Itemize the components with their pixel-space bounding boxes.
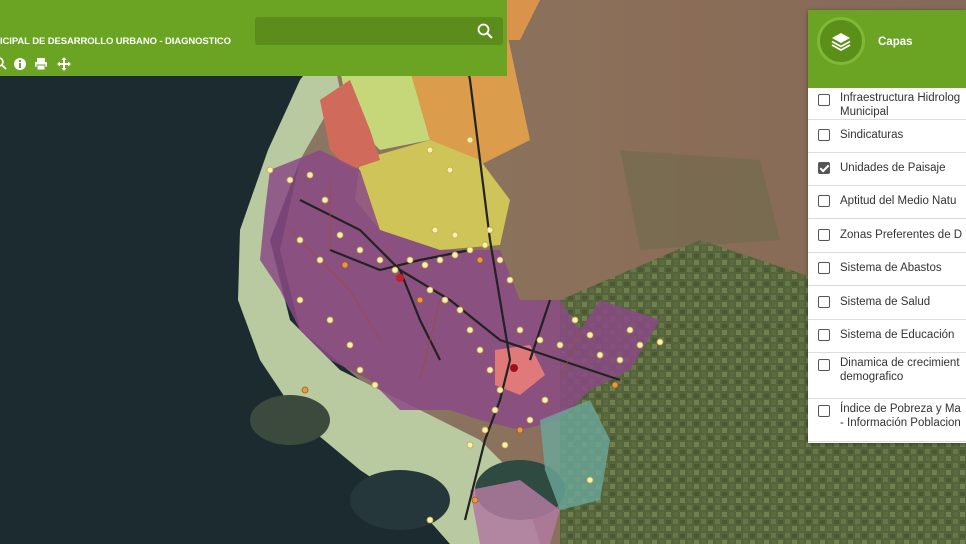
layer-checkbox[interactable] <box>818 129 830 141</box>
layers-icon <box>831 33 851 51</box>
layer-item[interactable]: Aptitud del Medio Natu <box>808 186 966 219</box>
lagoon-bay <box>350 470 450 530</box>
layer-label-line2: Municipal <box>840 106 889 118</box>
layer-checkbox[interactable] <box>818 262 830 274</box>
layer-checkbox[interactable] <box>818 195 830 207</box>
search-box[interactable] <box>255 17 503 45</box>
poi-red-marker-center <box>510 364 518 372</box>
layer-item[interactable]: Sindicaturas <box>808 120 966 153</box>
print-icon[interactable] <box>34 57 48 71</box>
layer-label: Sindicaturas <box>840 129 904 141</box>
layers-panel-header: Capas <box>808 10 966 88</box>
layer-checkbox[interactable] <box>818 94 830 106</box>
layer-item[interactable]: Zonas Preferentes de D <box>808 219 966 253</box>
layer-label-line2: demografico <box>840 371 904 383</box>
layer-item[interactable]: Índice de Pobreza y Ma - Información Pobl… <box>808 399 966 442</box>
layer-label: Unidades de Paisaje <box>840 162 946 174</box>
layer-list: Infraestructura Hidrolog Municipal Sindica… <box>808 88 966 442</box>
app-header: ICIPAL DE DESARROLLO URBANO - DIAGNOSTIC… <box>0 0 507 76</box>
layer-label: Dinamica de crecimient <box>840 357 960 369</box>
lagoon-west <box>250 395 330 445</box>
layer-item[interactable]: Unidades de Paisaje <box>808 153 966 186</box>
layers-panel-title: Capas <box>878 36 913 48</box>
layer-label: Sistema de Salud <box>840 295 931 308</box>
layer-item[interactable]: Sistema de Salud <box>808 286 966 320</box>
layer-checkbox[interactable] <box>818 295 830 308</box>
layer-checkbox[interactable] <box>818 405 830 417</box>
layer-label-line2: - Información Poblacion <box>840 417 961 429</box>
layer-checkbox[interactable] <box>818 359 830 371</box>
layer-label: Sistema de Educación <box>840 329 955 341</box>
layer-label: Aptitud del Medio Natu <box>840 195 957 207</box>
agriculture-area-north <box>620 150 780 250</box>
layer-label: Zonas Preferentes de D <box>840 228 963 241</box>
layer-checkbox[interactable] <box>818 228 830 241</box>
layer-item[interactable]: Infraestructura Hidrolog Municipal <box>808 88 966 120</box>
layer-item[interactable]: Sistema de Abastos <box>808 253 966 286</box>
layer-label: Infraestructura Hidrolog <box>840 92 961 104</box>
layer-label: Índice de Pobreza y Ma <box>840 403 961 415</box>
layer-item[interactable]: Dinamica de crecimient demografico <box>808 353 966 399</box>
layers-panel: Capas Infraestructura Hidrolog Municipal S… <box>808 10 966 443</box>
pan-icon[interactable] <box>57 57 71 71</box>
layer-label: Sistema de Abastos <box>840 262 942 274</box>
layer-checkbox[interactable] <box>818 329 830 341</box>
zoom-icon[interactable] <box>0 57 8 71</box>
search-icon[interactable] <box>477 23 493 39</box>
search-input[interactable] <box>261 21 465 43</box>
poi-red-marker <box>396 274 404 282</box>
layer-item[interactable]: Sistema de Educación <box>808 320 966 353</box>
layer-checkbox[interactable] <box>818 162 830 174</box>
info-icon[interactable] <box>13 57 27 71</box>
layers-toggle-button[interactable] <box>817 17 865 65</box>
app-title: ICIPAL DE DESARROLLO URBANO - DIAGNOSTIC… <box>0 36 231 47</box>
